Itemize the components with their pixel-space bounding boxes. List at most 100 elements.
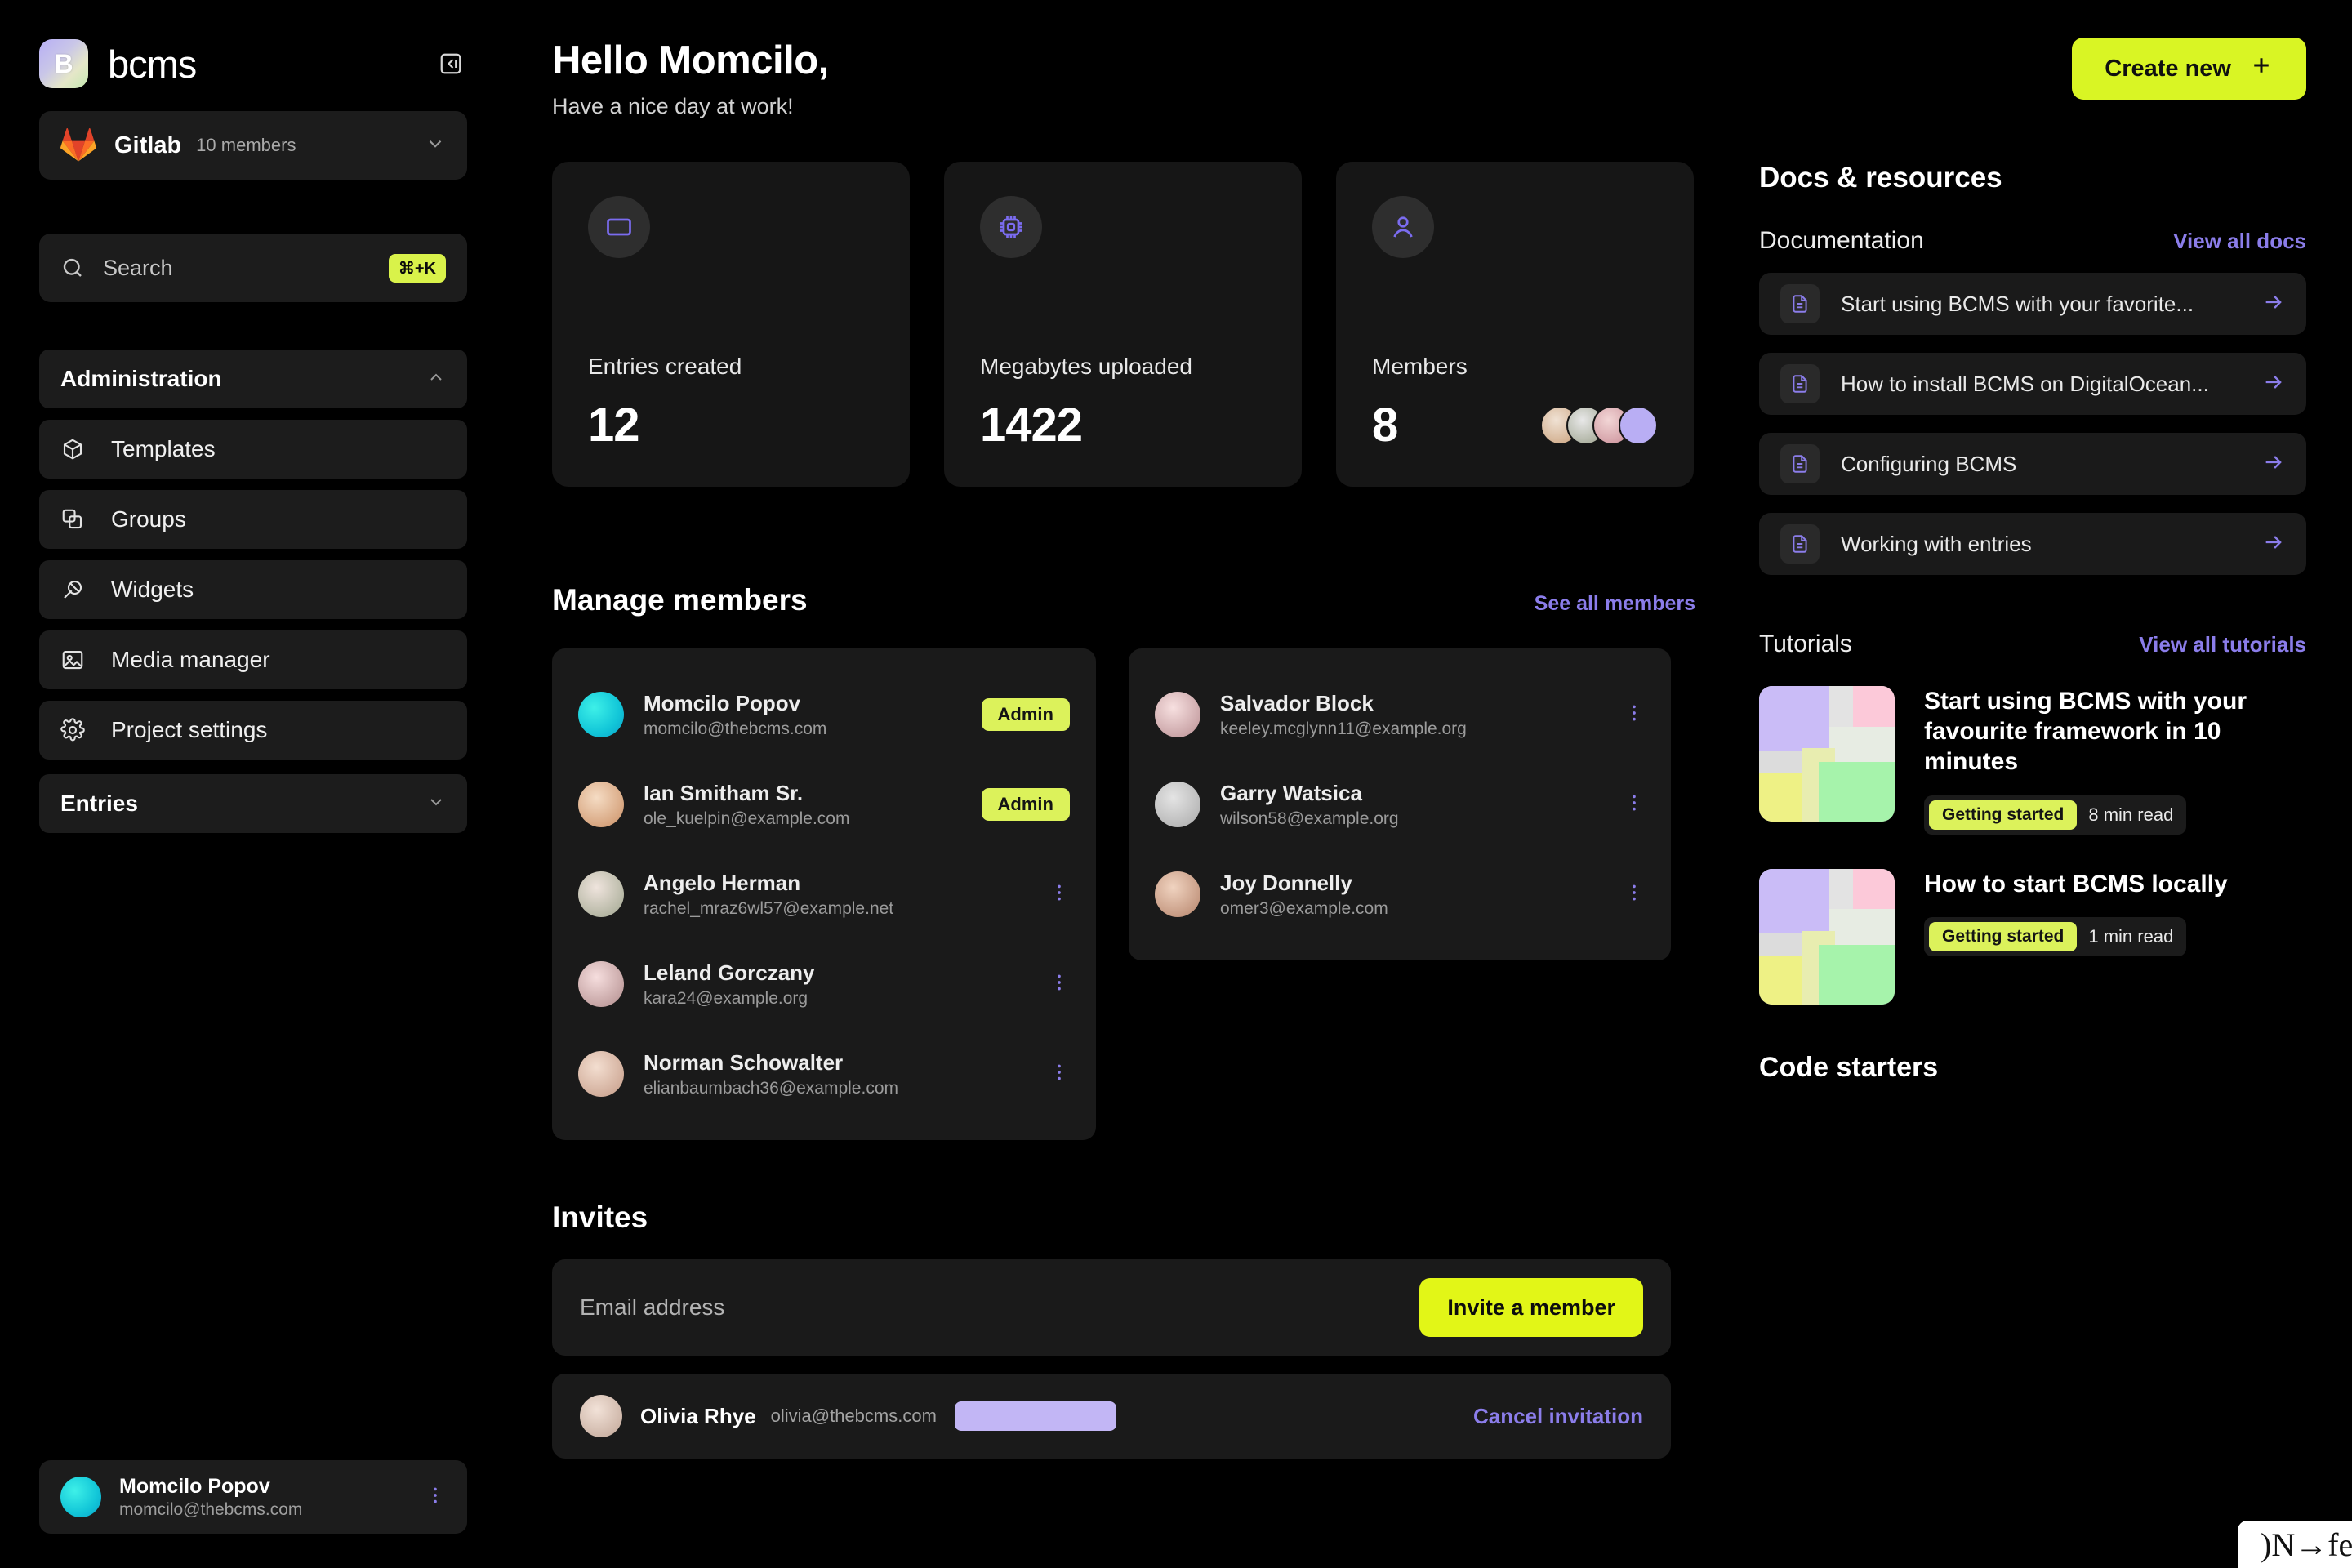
doc-item[interactable]: Configuring BCMS — [1759, 433, 2306, 495]
stat-label: Members — [1372, 354, 1468, 379]
avatar — [578, 961, 624, 1007]
sidebar-user-email: momcilo@thebcms.com — [119, 1499, 303, 1519]
member-name: Norman Schowalter — [644, 1049, 844, 1075]
stat-bottom: 8 — [1372, 398, 1658, 452]
manage-members-header: Manage members See all members — [552, 583, 1695, 617]
tutorials-label: Tutorials — [1759, 630, 1852, 657]
member-info: Ian Smitham Sr. ole_kuelpin@example.com — [644, 781, 849, 829]
tutorial-item[interactable]: How to start BCMS locally Getting starte… — [1759, 868, 2306, 1004]
sidebar-item-label: Media manager — [111, 647, 270, 672]
stat-card-entries: Entries created 12 — [552, 162, 910, 487]
member-row[interactable]: Salvador Block keeley.mcglynn11@example.… — [1155, 670, 1645, 760]
pending-invite-email: olivia@thebcms.com — [770, 1405, 937, 1426]
tutorial-item[interactable]: Start using BCMS with your favourite fra… — [1759, 686, 2306, 835]
member-info: Leland Gorczany kara24@example.org — [644, 960, 815, 1009]
avatar — [578, 692, 624, 737]
stat-label: Megabytes uploaded — [980, 354, 1192, 379]
sidebar-section-entries[interactable]: Entries — [39, 774, 467, 833]
sidebar-item-label: Groups — [111, 506, 186, 532]
member-email: ole_kuelpin@example.com — [644, 808, 850, 828]
sidebar-item-label: Widgets — [111, 577, 194, 602]
tutorial-meta: Getting started 8 min read — [1924, 795, 2187, 835]
kebab-menu-icon[interactable] — [1624, 792, 1645, 817]
view-all-docs-link[interactable]: View all docs — [2173, 229, 2306, 254]
brand-name: bcms — [108, 42, 197, 86]
doc-item[interactable]: How to install BCMS on DigitalOcean... — [1759, 353, 2306, 415]
member-email: wilson58@example.org — [1220, 808, 1399, 828]
search-input[interactable]: Search ⌘+K — [39, 234, 467, 302]
documentation-label: Documentation — [1759, 227, 1924, 254]
stat-bottom: 1422 — [980, 398, 1266, 452]
kebab-menu-icon[interactable] — [1049, 972, 1070, 997]
bcms-logo-letter: B — [54, 49, 74, 78]
create-new-button[interactable]: Create new — [2072, 38, 2306, 100]
member-row[interactable]: Ian Smitham Sr. ole_kuelpin@example.com … — [578, 760, 1070, 849]
sidebar-item-media-manager[interactable]: Media manager — [39, 630, 467, 689]
tutorial-tag: Getting started — [1929, 921, 2078, 951]
doc-item[interactable]: Start using BCMS with your favorite... — [1759, 273, 2306, 335]
conference-banner-text: )N→ference ✳ CON→fe — [2261, 1526, 2352, 1563]
kebab-menu-icon[interactable] — [1049, 882, 1070, 907]
project-members-count: 10 members — [196, 135, 296, 155]
kebab-menu-icon[interactable] — [425, 1485, 446, 1510]
sidebar-item-project-settings[interactable]: Project settings — [39, 701, 467, 760]
sidebar-section-administration[interactable]: Administration — [39, 350, 467, 408]
invite-email-input[interactable]: Email address — [580, 1294, 724, 1321]
chevron-down-icon — [426, 792, 446, 816]
invites-title: Invites — [552, 1200, 648, 1234]
cancel-invitation-link[interactable]: Cancel invitation — [1473, 1404, 1643, 1429]
document-icon — [1780, 364, 1820, 403]
member-name: Joy Donnelly — [1220, 870, 1352, 895]
see-all-members-link[interactable]: See all members — [1535, 592, 1695, 616]
tutorial-title: How to start BCMS locally — [1924, 870, 2228, 898]
page-header: Hello Momcilo, Have a nice day at work! … — [552, 38, 2352, 119]
doc-item[interactable]: Working with entries — [1759, 513, 2306, 575]
widgets-icon — [60, 577, 93, 602]
left-column: Entries created 12 Megabytes uploaded 14… — [552, 162, 1695, 1459]
page-subtitle: Have a nice day at work! — [552, 94, 794, 118]
sidebar-user-card[interactable]: Momcilo Popov momcilo@thebcms.com — [39, 1460, 467, 1534]
member-row[interactable]: Angelo Herman rachel_mraz6wl57@example.n… — [578, 849, 1070, 939]
member-name: Leland Gorczany — [644, 960, 815, 985]
view-all-tutorials-link[interactable]: View all tutorials — [2139, 632, 2306, 657]
member-row[interactable]: Garry Watsica wilson58@example.org — [1155, 760, 1645, 849]
main-content: Hello Momcilo, Have a nice day at work! … — [506, 0, 2352, 1568]
tutorial-body: How to start BCMS locally Getting starte… — [1924, 869, 2228, 1004]
kebab-menu-icon[interactable] — [1624, 882, 1645, 907]
member-email: keeley.mcglynn11@example.org — [1220, 719, 1467, 738]
arrow-right-icon — [2262, 451, 2285, 478]
groups-icon — [60, 507, 93, 532]
kebab-menu-icon[interactable] — [1049, 1062, 1070, 1087]
project-selector[interactable]: Gitlab 10 members — [39, 111, 467, 180]
invite-form: Email address Invite a member — [552, 1259, 1671, 1356]
conference-banner: )N→ference ✳ CON→fe — [2238, 1521, 2352, 1568]
member-row[interactable]: Leland Gorczany kara24@example.org — [578, 939, 1070, 1029]
sidebar-item-groups[interactable]: Groups — [39, 490, 467, 549]
kebab-menu-icon[interactable] — [1624, 702, 1645, 728]
avatar — [578, 782, 624, 827]
status-badge: Pending invitation — [954, 1401, 1116, 1431]
stat-value: 8 — [1372, 399, 1398, 452]
gear-icon — [60, 718, 93, 742]
arrow-right-icon — [2262, 531, 2285, 558]
status-badge: Admin — [981, 698, 1070, 731]
avatar — [1155, 692, 1200, 737]
docs-resources-title: Docs & resources — [1759, 162, 2002, 194]
arrow-right-icon — [2262, 371, 2285, 398]
member-avatar-stack — [1540, 405, 1658, 445]
invite-member-button[interactable]: Invite a member — [1419, 1278, 1643, 1337]
document-icon — [1780, 444, 1820, 483]
member-name: Angelo Herman — [644, 870, 801, 895]
sidebar-item-widgets[interactable]: Widgets — [39, 560, 467, 619]
avatar — [578, 1051, 624, 1097]
member-row[interactable]: Momcilo Popov momcilo@thebcms.com Admin — [578, 670, 1070, 760]
page-title: Hello Momcilo, — [552, 38, 829, 82]
sidebar: B bcms Gitlab 10 members Search ⌘+K Admi… — [0, 0, 506, 1568]
stats-row: Entries created 12 Megabytes uploaded 14… — [552, 162, 1695, 487]
sidebar-item-templates[interactable]: Templates — [39, 420, 467, 479]
member-row[interactable]: Joy Donnelly omer3@example.com — [1155, 849, 1645, 939]
member-row[interactable]: Norman Schowalter elianbaumbach36@exampl… — [578, 1029, 1070, 1119]
project-name: Gitlab — [114, 131, 182, 158]
collapse-sidebar-icon[interactable] — [434, 47, 467, 80]
arrow-right-icon — [2262, 291, 2285, 318]
